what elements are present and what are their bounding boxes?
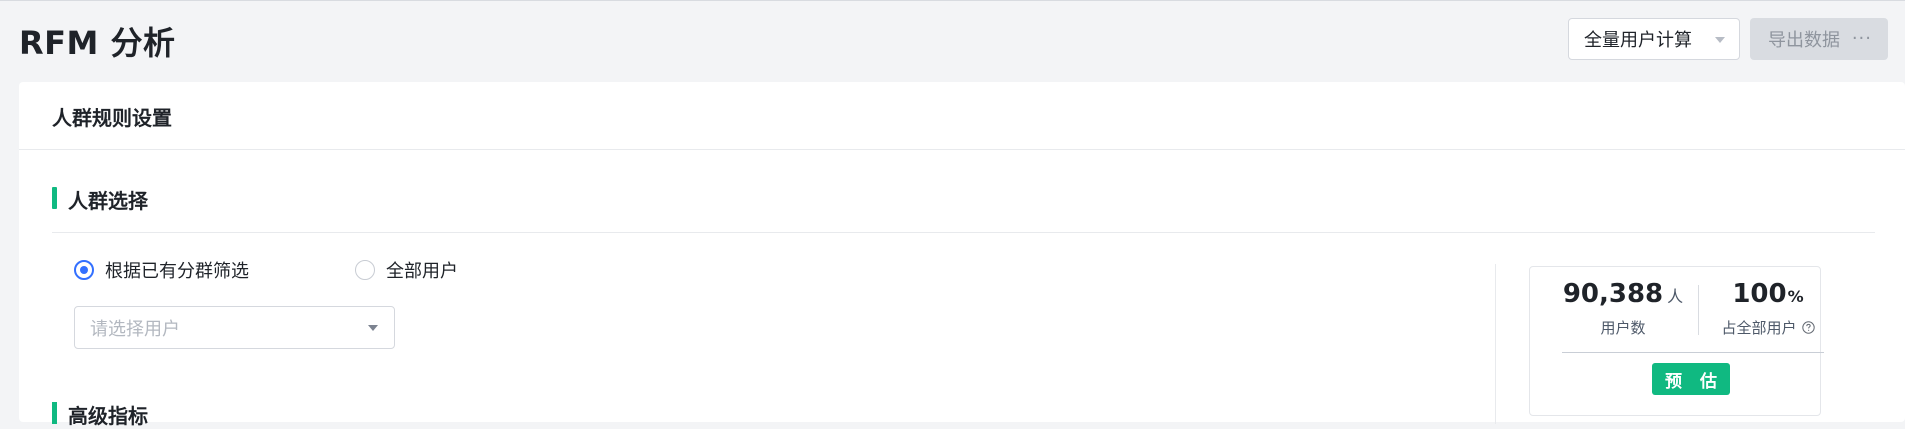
user-ratio-stat: 100% 占全部用户 [1716,279,1820,338]
page-title: RFM 分析 [19,24,176,62]
caret-down-icon [368,325,378,331]
calculation-scope-value: 全量用户计算 [1584,30,1692,51]
radio-filter-by-group[interactable]: 根据已有分群筛选 [74,257,249,283]
user-ratio-value-line: 100% [1716,279,1820,309]
estimate-panel: 90,388 人 用户数 100% 占全部用户 预 估 [1529,266,1824,416]
user-count-label-text: 用户数 [1600,319,1646,337]
user-count-label: 用户数 [1560,317,1686,338]
top-border [0,0,1905,1]
section-marker [52,402,57,424]
radio-all-users[interactable]: 全部用户 [355,257,458,283]
calculation-scope-select[interactable]: 全量用户计算 [1568,18,1740,60]
user-count-unit: 人 [1667,287,1684,306]
radio-checked-icon [74,260,94,280]
user-ratio-label-text: 占全部用户 [1721,319,1797,337]
radio-label: 根据已有分群筛选 [105,261,249,282]
export-data-label: 导出数据 [1768,30,1840,51]
more-icon: ··· [1851,28,1872,49]
advanced-section-title: 高级指标 [68,404,148,428]
rule-settings-card: 人群规则设置 人群选择 根据已有分群筛选 全部用户 请选择用户 高级指标 90,… [19,82,1905,428]
user-ratio-value: 100 [1732,279,1787,309]
radio-label: 全部用户 [386,261,458,282]
estimate-button[interactable]: 预 估 [1652,363,1730,395]
user-group-placeholder: 请选择用户 [90,318,180,340]
radio-unchecked-icon [355,260,375,280]
estimate-divider [1562,352,1824,353]
card-divider [19,149,1905,150]
caret-down-icon [1715,37,1725,43]
section-divider [52,232,1875,233]
user-count-stat: 90,388 人 用户数 [1560,279,1686,338]
user-count-value: 90,388 [1562,279,1664,309]
section-title: 人群选择 [68,189,148,213]
export-data-button[interactable]: 导出数据 ··· [1750,18,1888,60]
vertical-divider [1495,264,1496,424]
stat-divider [1698,285,1699,335]
user-count-value-line: 90,388 人 [1560,279,1686,309]
card-title: 人群规则设置 [52,106,172,130]
section-marker [52,187,57,209]
user-ratio-unit: % [1787,287,1804,306]
user-ratio-label: 占全部用户 [1716,317,1820,338]
question-circle-icon[interactable] [1801,321,1815,334]
user-group-select[interactable]: 请选择用户 [74,306,395,349]
